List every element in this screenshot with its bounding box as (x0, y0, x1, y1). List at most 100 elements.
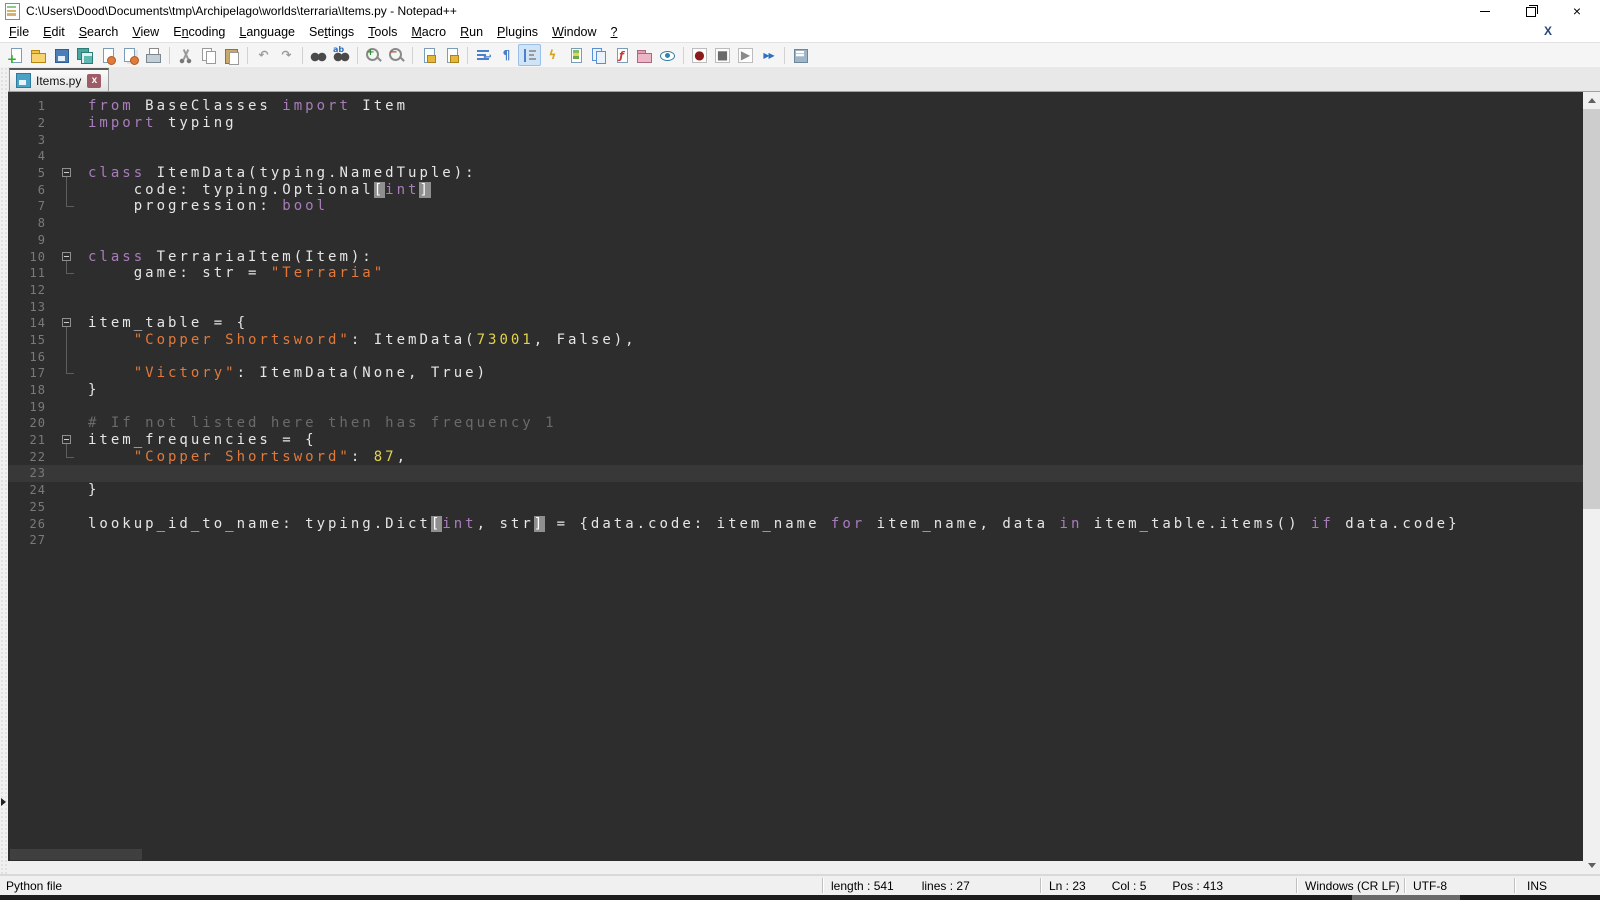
word-wrap-button[interactable]: ↩ (472, 44, 495, 66)
menu-item-settings[interactable]: Settings (302, 23, 361, 41)
sync-horizontal-button[interactable] (440, 44, 463, 66)
macro-run-multiple-button[interactable]: ▶▶ (757, 44, 780, 66)
menu-item-search[interactable]: Search (72, 23, 126, 41)
macro-play-button[interactable]: ▶ (734, 44, 757, 66)
close-button[interactable]: × (1554, 0, 1600, 22)
code-line[interactable]: 9 (8, 232, 1583, 249)
tab-items-py[interactable]: Items.py x (9, 68, 109, 91)
zoom-out-button[interactable]: − (385, 44, 408, 66)
code-line[interactable]: 4 (8, 148, 1583, 165)
tab-close-icon[interactable]: x (87, 74, 101, 88)
dock-collapse-bottom-icon[interactable] (1, 798, 6, 806)
code-line[interactable]: 22 "Copper Shortsword": 87, (8, 448, 1583, 465)
code-line[interactable]: 20# If not listed here then has frequenc… (8, 415, 1583, 432)
menu-item-macro[interactable]: Macro (404, 23, 453, 41)
code-line[interactable]: 13 (8, 298, 1583, 315)
undo-button[interactable]: ↶ (252, 44, 275, 66)
code-line[interactable]: 5class ItemData(typing.NamedTuple): (8, 165, 1583, 182)
menu-item-encoding[interactable]: Encoding (166, 23, 232, 41)
macro-stop-button[interactable]: ■ (711, 44, 734, 66)
redo-button[interactable]: ↷ (275, 44, 298, 66)
status-eol-format[interactable]: Windows (CR LF) (1297, 876, 1404, 895)
code-line[interactable]: 10class TerrariaItem(Item): (8, 248, 1583, 265)
code-line[interactable]: 7 progression: bool (8, 198, 1583, 215)
code-line[interactable]: 18} (8, 382, 1583, 399)
menu-item-[interactable]: ? (604, 23, 625, 41)
code-line[interactable]: 17 "Victory": ItemData(None, True) (8, 365, 1583, 382)
document-close-x[interactable]: X (1544, 24, 1552, 38)
token-d: item_frequencies = { (88, 432, 317, 448)
code-line[interactable]: 8 (8, 215, 1583, 232)
open-file-button[interactable] (27, 44, 50, 66)
indent-guide-button[interactable] (518, 44, 541, 66)
scroll-up-arrow[interactable] (1583, 92, 1600, 109)
status-typing-mode[interactable]: INS (1515, 876, 1600, 895)
cut-button[interactable] (174, 44, 197, 66)
copy-button[interactable] (197, 44, 220, 66)
horizontal-scrollbar-thumb[interactable] (10, 849, 142, 860)
macro-save-icon (792, 47, 809, 64)
close-all-button[interactable] (119, 44, 142, 66)
new-file-button[interactable] (4, 44, 27, 66)
document-list-button[interactable] (587, 44, 610, 66)
scroll-down-arrow[interactable] (1583, 857, 1600, 874)
fold-margin (58, 131, 80, 148)
monitoring-button[interactable] (656, 44, 679, 66)
sync-vertical-button[interactable] (417, 44, 440, 66)
horizontal-scrollbar[interactable] (8, 848, 1583, 861)
code-line[interactable]: 16 (8, 348, 1583, 365)
menu-item-run[interactable]: Run (453, 23, 490, 41)
function-flash-button[interactable]: ϟ (541, 44, 564, 66)
code-line[interactable]: 15 "Copper Shortsword": ItemData(73001, … (8, 332, 1583, 349)
macro-save-button[interactable] (789, 44, 812, 66)
fold-margin-open[interactable] (58, 165, 80, 182)
menu-item-view[interactable]: View (125, 23, 166, 41)
code-line[interactable]: 27 (8, 532, 1583, 549)
code-line[interactable]: 24} (8, 482, 1583, 499)
menu-item-window[interactable]: Window (545, 23, 603, 41)
fold-margin-open[interactable] (58, 315, 80, 332)
save-all-button[interactable] (73, 44, 96, 66)
menu-item-plugins[interactable]: Plugins (490, 23, 545, 41)
show-all-characters-button[interactable]: ¶ (495, 44, 518, 66)
code-line[interactable]: 25 (8, 499, 1583, 516)
fold-margin-open[interactable] (58, 432, 80, 449)
code-editor[interactable]: 1from BaseClasses import Item2import typ… (8, 92, 1583, 861)
code-line[interactable]: 14item_table = { (8, 315, 1583, 332)
find-button[interactable] (307, 44, 330, 66)
document-map-button[interactable] (564, 44, 587, 66)
print-button[interactable] (142, 44, 165, 66)
code-line[interactable]: 2import typing (8, 115, 1583, 132)
close-file-button[interactable] (96, 44, 119, 66)
zoom-in-button[interactable]: + (362, 44, 385, 66)
macro-record-button[interactable]: ● (688, 44, 711, 66)
menu-item-edit[interactable]: Edit (36, 23, 72, 41)
function-list-button[interactable]: ƒ (610, 44, 633, 66)
minimize-button[interactable] (1462, 0, 1508, 22)
code-line[interactable]: 3 (8, 131, 1583, 148)
code-line[interactable]: 1from BaseClasses import Item (8, 98, 1583, 115)
save-file-button[interactable] (50, 44, 73, 66)
vertical-scrollbar[interactable] (1583, 92, 1600, 874)
token-d: , (397, 449, 408, 465)
menu-item-language[interactable]: Language (232, 23, 302, 41)
replace-button[interactable]: ab (330, 44, 353, 66)
code-line-current[interactable]: 23 (8, 465, 1583, 482)
code-line[interactable]: 21item_frequencies = { (8, 432, 1583, 449)
code-line[interactable]: 26lookup_id_to_name: typing.Dict[int, st… (8, 515, 1583, 532)
token-d: , False), (534, 332, 637, 348)
status-encoding[interactable]: UTF-8 (1405, 876, 1514, 895)
vertical-scrollbar-thumb[interactable] (1583, 109, 1600, 509)
code-line[interactable]: 19 (8, 398, 1583, 415)
fold-margin-open[interactable] (58, 248, 80, 265)
folder-as-workspace-button[interactable] (633, 44, 656, 66)
token-d: } (88, 482, 99, 498)
code-line[interactable]: 6 code: typing.Optional[int] (8, 181, 1583, 198)
menu-item-file[interactable]: File (2, 23, 36, 41)
paste-button[interactable] (220, 44, 243, 66)
code-line[interactable]: 12 (8, 282, 1583, 299)
restore-button[interactable] (1508, 0, 1554, 22)
code-line[interactable]: 11 game: str = "Terraria" (8, 265, 1583, 282)
dock-splitter[interactable] (0, 67, 8, 874)
menu-item-tools[interactable]: Tools (361, 23, 404, 41)
